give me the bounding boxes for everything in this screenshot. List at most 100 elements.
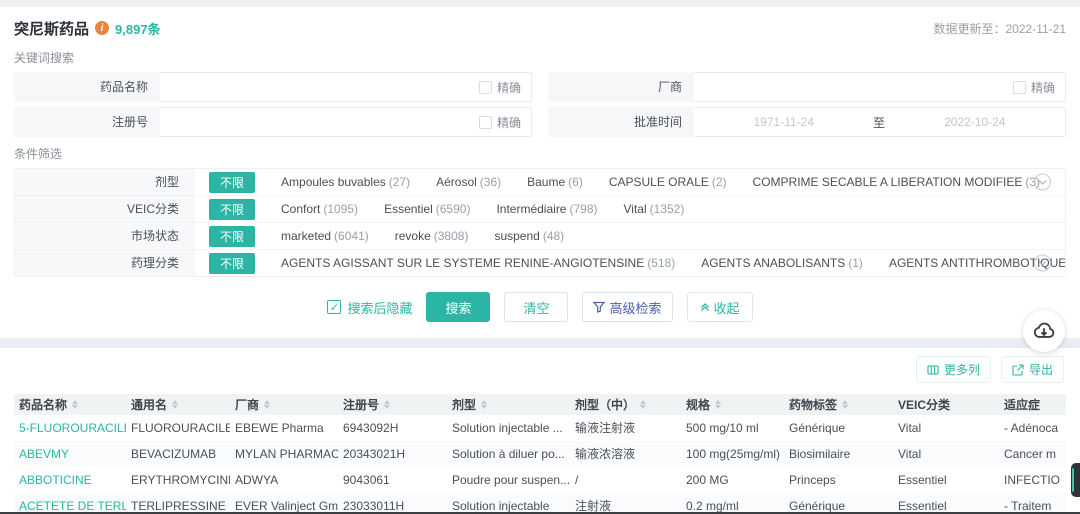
side-panel-handle[interactable] (1071, 463, 1080, 497)
registration-number-input[interactable]: 精确 (160, 107, 532, 137)
filter-option[interactable]: AGENTS AGISSANT SUR LE SYSTEME RENINE-AN… (281, 256, 675, 270)
cell-indication: Cancer m (999, 441, 1066, 467)
unlimited-badge[interactable]: 不限 (209, 253, 255, 274)
column-header-drug-name[interactable]: 药品名称 (14, 394, 126, 415)
field-approval-date: 批准时间 1971-11-24 至 2022-10-24 (548, 107, 1066, 137)
cell-indication: - Adénoca (999, 415, 1066, 441)
page-header: 突尼斯药品 i 9,897条 数据更新至：2022-11-21 (14, 15, 1066, 41)
export-button[interactable]: 导出 (1001, 356, 1064, 383)
filter-section-label: 条件筛选 (14, 145, 1066, 162)
checkbox-icon[interactable] (1013, 81, 1026, 94)
column-header-generic-name[interactable]: 通用名 (126, 394, 230, 415)
hide-after-search-checkbox[interactable]: ✓ 搜索后隐藏 (327, 298, 412, 317)
sort-icon[interactable] (72, 400, 78, 409)
filter-option[interactable]: Essentiel(6590) (384, 202, 470, 216)
column-header-drug-tag[interactable]: 药物标签 (784, 394, 893, 415)
filter-option[interactable]: Confort(1095) (281, 202, 358, 216)
sort-icon[interactable] (384, 400, 390, 409)
registration-number-exact-checkbox[interactable]: 精确 (479, 114, 521, 131)
checkbox-icon[interactable] (479, 116, 492, 129)
column-header-registration-number[interactable]: 注册号 (338, 394, 447, 415)
exact-label: 精确 (1031, 79, 1055, 96)
keyword-search-form: 药品名称 精确 厂商 精确 注册号 精确 (14, 72, 1066, 137)
filter-option[interactable]: Intermédiaire(798) (496, 202, 597, 216)
column-header-spec[interactable]: 规格 (681, 394, 784, 415)
more-columns-button[interactable]: 更多列 (916, 356, 991, 383)
sort-icon[interactable] (640, 400, 646, 409)
drug-name-link[interactable]: ACETETE DE TERLIP... (14, 493, 126, 514)
clear-button[interactable]: 清空 (504, 292, 568, 322)
filter-option[interactable]: Vital(1352) (624, 202, 685, 216)
unlimited-badge[interactable]: 不限 (209, 199, 255, 220)
manufacturer-input[interactable]: 精确 (694, 72, 1066, 102)
cell-generic-name: BEVACIZUMAB (126, 441, 230, 467)
sort-icon[interactable] (481, 400, 487, 409)
table-row: ABBOTICINE ERYTHROMYCINE ADWYA 9043061 P… (14, 467, 1066, 493)
filter-option[interactable]: Baume(6) (527, 175, 583, 189)
cell-spec: 100 mg(25mg/ml) (681, 441, 784, 467)
cell-spec: 200 MG (681, 467, 784, 493)
drug-name-exact-checkbox[interactable]: 精确 (479, 79, 521, 96)
filter-option[interactable]: marketed(6041) (281, 229, 369, 243)
column-header-dosage-form[interactable]: 剂型 (447, 394, 570, 415)
cell-registration-number: 9043061 (338, 467, 447, 493)
collapse-button[interactable]: 收起 (687, 292, 753, 322)
column-header-veic: VEIC分类 (893, 394, 999, 415)
actions-row: ✓ 搜索后隐藏 搜索 清空 高级检索 收起 (14, 277, 1066, 338)
cell-dosage-form: Poudre pour suspen... (447, 467, 570, 493)
table-row: ABEVMY BEVACIZUMAB MYLAN PHARMACE... 203… (14, 441, 1066, 467)
cell-drug-tag: Biosimilaire (784, 441, 893, 467)
manufacturer-exact-checkbox[interactable]: 精确 (1013, 79, 1055, 96)
unlimited-badge[interactable]: 不限 (209, 226, 255, 247)
column-header-dosage-form-cn[interactable]: 剂型（中） (570, 394, 681, 415)
table-body: 5-FLUOROURACILE ... FLUOROURACILE EBEWE … (14, 415, 1066, 514)
filter-option[interactable]: AGENTS ANABOLISANTS(1) (701, 256, 863, 270)
page-title: 突尼斯药品 (14, 18, 89, 39)
date-from-input[interactable]: 1971-11-24 (754, 115, 815, 129)
field-registration-number: 注册号 精确 (14, 107, 532, 137)
cell-dosage-form-cn: 输液注射液 (570, 415, 681, 441)
info-icon[interactable]: i (95, 21, 109, 35)
advanced-search-button[interactable]: 高级检索 (582, 292, 672, 322)
filter-option[interactable]: Aérosol(36) (436, 175, 501, 189)
sort-icon[interactable] (264, 400, 270, 409)
search-button[interactable]: 搜索 (426, 292, 490, 322)
expand-chevron-down-icon[interactable] (1034, 255, 1051, 272)
table-row: 5-FLUOROURACILE ... FLUOROURACILE EBEWE … (14, 415, 1066, 441)
date-to-input[interactable]: 2022-10-24 (944, 115, 1005, 129)
drug-name-input[interactable]: 精确 (160, 72, 532, 102)
cell-dosage-form: Solution injectable ... (447, 415, 570, 441)
filter-option[interactable]: COMPRIME SECABLE A LIBERATION MODIFIEE(3… (753, 175, 1041, 189)
expand-chevron-down-icon[interactable] (1034, 174, 1051, 191)
cell-manufacturer: MYLAN PHARMACE... (230, 441, 338, 467)
filter-option[interactable]: revoke(3808) (395, 229, 469, 243)
filter-option[interactable]: Ampoules buvables(27) (281, 175, 410, 189)
filter-option[interactable]: suspend(48) (494, 229, 564, 243)
sort-icon[interactable] (715, 400, 721, 409)
collapse-label: 收起 (714, 298, 740, 317)
sort-icon[interactable] (172, 400, 178, 409)
drug-name-link[interactable]: ABBOTICINE (14, 467, 126, 493)
results-panel: 更多列 导出 药品名称 通用名 厂商 注册号 剂型 剂型（中） 规格 药物标签 … (0, 348, 1080, 514)
cell-indication: - Traitem (999, 493, 1066, 514)
download-cloud-fab[interactable] (1023, 310, 1065, 352)
checkbox-icon[interactable] (479, 81, 492, 94)
cell-veic: Vital (893, 441, 999, 467)
cell-veic: Essentiel (893, 467, 999, 493)
sort-icon[interactable] (842, 400, 848, 409)
search-panel: 突尼斯药品 i 9,897条 数据更新至：2022-11-21 关键词搜索 药品… (0, 7, 1080, 338)
drug-name-link[interactable]: 5-FLUOROURACILE ... (14, 415, 126, 441)
cell-dosage-form: Solution injectable (447, 493, 570, 514)
drug-name-link[interactable]: ABEVMY (14, 441, 126, 467)
panel-separator (0, 338, 1080, 348)
table-header-row: 药品名称 通用名 厂商 注册号 剂型 剂型（中） 规格 药物标签 VEIC分类 … (14, 394, 1066, 415)
checked-checkbox-icon[interactable]: ✓ (327, 300, 341, 314)
unlimited-badge[interactable]: 不限 (209, 172, 255, 193)
cell-spec: 0.2 mg/ml (681, 493, 784, 514)
cell-manufacturer: EVER Valinject GmbH (230, 493, 338, 514)
cell-registration-number: 20343021H (338, 441, 447, 467)
exact-label: 精确 (497, 114, 521, 131)
filter-option[interactable]: CAPSULE ORALE(2) (609, 175, 727, 189)
column-header-manufacturer[interactable]: 厂商 (230, 394, 338, 415)
results-table: 药品名称 通用名 厂商 注册号 剂型 剂型（中） 规格 药物标签 VEIC分类 … (14, 394, 1066, 514)
